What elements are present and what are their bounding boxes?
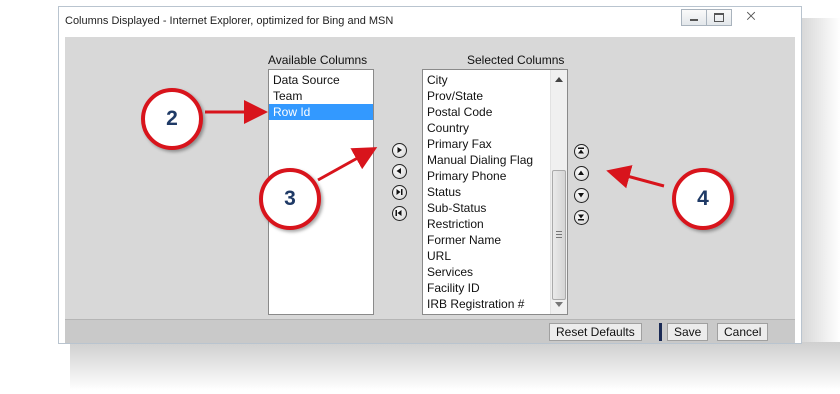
callout-number: 3 (284, 187, 296, 210)
callout-number: 4 (697, 187, 709, 210)
callout-3: 3 (259, 168, 321, 230)
callout-4: 4 (672, 168, 734, 230)
callout-number: 2 (166, 107, 178, 130)
callout-2: 2 (141, 88, 203, 150)
arrow-4 (606, 165, 665, 189)
arrow-3 (317, 147, 378, 182)
